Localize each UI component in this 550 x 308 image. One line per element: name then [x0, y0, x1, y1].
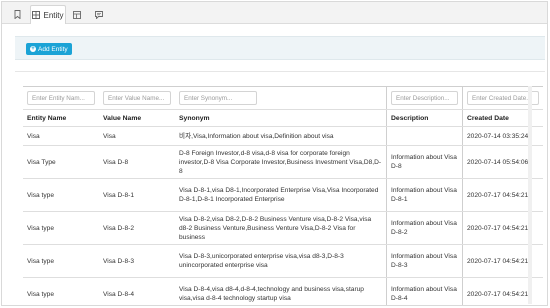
cell-value-name: Visa D-8-2 [103, 224, 135, 232]
bookmark-icon [14, 10, 21, 19]
cell-synonym: D-8 Foreign Investor,d-8 visa,d-8 visa f… [179, 149, 382, 175]
divider [15, 71, 545, 72]
cell-entity-name: Visa [27, 132, 40, 140]
cell-description: Information about Visa D-8 [386, 146, 462, 178]
cell-description: Information about Visa D-8-4 [386, 278, 462, 305]
cell-entity-name: Visa type [27, 224, 55, 232]
column-header-description[interactable]: Description [386, 110, 462, 126]
cell-description: Information about Visa D-8-1 [386, 179, 462, 211]
cell-description: Information about Visa D-8-3 [386, 245, 462, 277]
cell-value-name: Visa [103, 132, 116, 140]
tab-table[interactable] [68, 5, 86, 24]
tab-comment[interactable] [90, 5, 108, 24]
cell-entity-name: Visa type [27, 191, 55, 199]
app-window: Entity + Add Entity Entity Name [1, 1, 548, 306]
plus-circle-icon: + [30, 46, 36, 52]
grid-icon [32, 11, 41, 19]
filter-value-name-input[interactable] [103, 91, 171, 105]
cell-entity-name: Visa Type [27, 158, 56, 166]
vertical-scrollbar[interactable] [528, 86, 532, 304]
filter-entity-name-input[interactable] [27, 91, 95, 105]
table-row[interactable]: Visa type Visa D-8-2 Visa D-8-2,visa D8-… [23, 212, 543, 245]
cell-synonym: Visa D-8-4,visa d8-4,d-8-4,technology an… [179, 286, 364, 302]
tab-entity[interactable]: Entity [30, 5, 66, 24]
tab-entity-label: Entity [43, 10, 64, 20]
table-row[interactable]: Visa type Visa D-8-4 Visa D-8-4,visa d8-… [23, 278, 543, 305]
table-row[interactable]: Visa Type Visa D-8 D-8 Foreign Investor,… [23, 146, 543, 179]
table-row[interactable]: Visa Visa 비자,Visa,Information about visa… [23, 127, 543, 146]
cell-description: Information about Visa D-8-2 [386, 212, 462, 244]
table-row[interactable]: Visa type Visa D-8-1 Visa D-8-1,visa D8-… [23, 179, 543, 212]
tab-bar: Entity [2, 2, 547, 24]
cell-description [386, 127, 462, 145]
cell-synonym: 비자,Visa,Information about visa,Definitio… [179, 132, 334, 140]
table-row[interactable]: Visa type Visa D-8-3 Visa D-8-3,unicorpo… [23, 245, 543, 278]
cell-synonym: Visa D-8-3,unicorporated enterprise visa… [179, 253, 344, 269]
column-header-entity-name[interactable]: Entity Name [23, 110, 99, 126]
cell-synonym: Visa D-8-2,visa D8-2,D-8-2 Business Vent… [179, 215, 372, 241]
cell-synonym: Visa D-8-1,visa D8-1,Incorporated Enterp… [179, 187, 379, 203]
header-row: Entity Name Value Name Synonym Descripti… [23, 110, 543, 127]
tab-bookmark[interactable] [8, 5, 26, 24]
filter-row [23, 87, 543, 110]
filter-description-input[interactable] [391, 91, 458, 105]
cell-value-name: Visa D-8 [103, 158, 129, 166]
add-entity-button[interactable]: + Add Entity [26, 43, 72, 55]
entity-table: Entity Name Value Name Synonym Descripti… [23, 86, 543, 305]
cell-value-name: Visa D-8-3 [103, 257, 135, 265]
cell-value-name: Visa D-8-1 [103, 191, 135, 199]
cell-entity-name: Visa type [27, 257, 55, 265]
column-header-value-name[interactable]: Value Name [99, 110, 175, 126]
table-icon [73, 10, 81, 19]
column-header-synonym[interactable]: Synonym [175, 110, 386, 126]
toolbar: + Add Entity [15, 36, 545, 60]
filter-synonym-input[interactable] [179, 91, 257, 105]
cell-value-name: Visa D-8-4 [103, 290, 135, 298]
comment-icon [95, 10, 103, 19]
cell-entity-name: Visa type [27, 290, 55, 298]
add-entity-label: Add Entity [38, 45, 68, 53]
